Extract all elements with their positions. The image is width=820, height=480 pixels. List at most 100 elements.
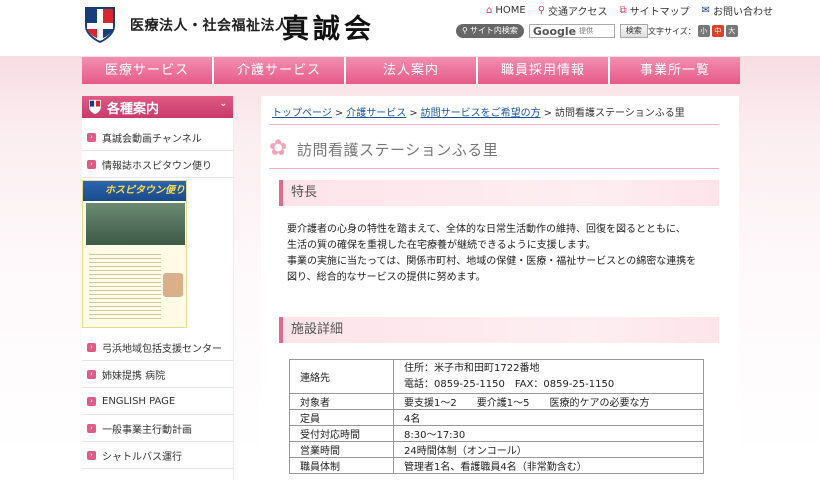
arrow-right-icon: › <box>87 159 96 169</box>
google-provided-text: 提供 <box>579 27 594 35</box>
page-title-text: 訪問看護ステーションふる里 <box>297 140 499 159</box>
sidebar-item-label: 一般事業主行動計画 <box>102 424 192 436</box>
banner-title: ホスピタウン便り <box>83 181 186 201</box>
font-size-large-button[interactable]: 大 <box>725 25 738 37</box>
nav-care-services[interactable]: 介護サービス <box>214 57 346 84</box>
table-row: 営業時間 24時間体制（オンコール） <box>289 441 704 458</box>
arrow-right-icon: › <box>87 369 96 379</box>
breadcrumb-link-care[interactable]: 介護サービス <box>346 108 406 119</box>
arrow-right-icon: › <box>87 450 96 460</box>
sidebar-heading-text: 各種案内 <box>107 101 160 117</box>
contact-phone: 電話：0859-25-1150 FAX：0859-25-1150 <box>404 378 615 390</box>
table-value: 24時間体制（オンコール） <box>393 441 704 458</box>
global-nav: 医療サービス 介護サービス 法人案内 職員採用情報 事業所一覧 <box>82 57 740 84</box>
table-key: 職員体制 <box>289 457 394 474</box>
sidebar-item-label: 真誠会動画チャンネル <box>102 133 202 145</box>
site-header: 医療法人・社会福祉法人 真誠会 ⌂ HOME ⚲ 交通アクセス ⧉ サイトマップ ✉ お… <box>0 0 820 56</box>
breadcrumb-link-visit[interactable]: 訪問サービスをご希望の方 <box>421 108 541 119</box>
sitemap-link[interactable]: ⧉ サイトマップ <box>620 3 690 18</box>
breadcrumb-separator: > <box>409 108 418 119</box>
sidebar-item-label: 姉妹提携 病院 <box>102 370 166 382</box>
table-row: 職員体制 管理者1名、看護職員4名（非常勤含む） <box>289 457 704 474</box>
arrow-right-icon: › <box>87 342 96 352</box>
arrow-right-icon: › <box>87 396 96 406</box>
divider <box>269 168 719 169</box>
chevron-down-icon: ⌄ <box>219 99 227 109</box>
sidebar-item-sister-hospital[interactable]: › 姉妹提携 病院 <box>82 361 233 388</box>
table-key: 営業時間 <box>289 441 394 458</box>
table-value: 8:30～17:30 <box>393 425 704 442</box>
home-link[interactable]: ⌂ HOME <box>486 3 526 18</box>
font-size-label: 文字サイズ： <box>648 26 696 36</box>
arrow-right-icon: › <box>87 423 96 433</box>
banner-text-block <box>89 251 161 321</box>
font-size-control: 文字サイズ： 小 中 大 <box>648 25 738 37</box>
sidebar-item-english-page[interactable]: › ENGLISH PAGE <box>82 388 233 415</box>
access-link-label: 交通アクセス <box>548 7 608 18</box>
sidebar-item-shuttle-bus[interactable]: › シャトルバス運行 <box>82 442 233 469</box>
features-line: 図り、総合的なサービスの提供に努めます。 <box>287 272 486 283</box>
banner-portrait <box>163 273 183 297</box>
site-search-label-text: サイト内検索 <box>469 26 518 35</box>
mail-icon: ✉ <box>701 5 711 16</box>
newsletter-banner[interactable]: ホスピタウン便り <box>82 180 187 328</box>
features-line: 生活の質の確保を重視した在宅療養が継続できるように支援します。 <box>287 240 596 251</box>
contact-address: 住所：米子市和田町1722番地 <box>404 362 540 374</box>
table-value: 管理者1名、看護職員4名（非常勤含む） <box>393 457 704 474</box>
map-pin-icon: ⚲ <box>537 5 546 16</box>
sitemap-link-label: サイトマップ <box>629 7 690 18</box>
sidebar-item-action-plan[interactable]: › 一般事業主行動計画 <box>82 415 233 442</box>
flower-icon: ✿ <box>269 136 288 161</box>
sidebar-item-video-channel[interactable]: › 真誠会動画チャンネル <box>82 124 233 151</box>
table-value-contact: 住所：米子市和田町1722番地 電話：0859-25-1150 FAX：0859… <box>393 359 704 394</box>
home-icon: ⌂ <box>486 5 493 16</box>
section-heading-details: 施設詳細 <box>279 317 719 343</box>
nav-office-list[interactable]: 事業所一覧 <box>610 57 740 84</box>
search-button[interactable]: 検索 <box>619 24 648 38</box>
features-text: 要介護者の心身の特性を踏まえて、全体的な日常生活動作の維持、回復を図るとともに、… <box>287 222 727 286</box>
sidebar-heading: 各種案内 ⌄ <box>82 96 233 118</box>
arrow-right-icon: › <box>87 132 96 142</box>
sidebar-item-label: ENGLISH PAGE <box>102 395 176 407</box>
facility-details-table: 連絡先 住所：米子市和田町1722番地 電話：0859-25-1150 FAX：… <box>289 359 704 474</box>
table-key: 受付対応時間 <box>289 425 394 442</box>
nav-medical-services[interactable]: 医療サービス <box>82 57 214 84</box>
sidebar-item-community-center[interactable]: › 弓浜地域包括支援センター <box>82 334 233 361</box>
shield-logo-icon[interactable] <box>84 6 116 44</box>
sitemap-icon: ⧉ <box>619 5 627 16</box>
site-search-label: ⚲ サイト内検索 <box>456 24 524 38</box>
nav-recruitment[interactable]: 職員採用情報 <box>478 57 610 84</box>
main-content: トップページ > 介護サービス > 訪問サービスをご希望の方 > 訪問看護ステーションふる里… <box>261 96 739 480</box>
top-links: ⌂ HOME ⚲ 交通アクセス ⧉ サイトマップ ✉ お問い合わせ <box>486 3 773 18</box>
table-key: 対象者 <box>289 393 394 410</box>
font-size-medium-button[interactable]: 中 <box>711 25 724 37</box>
breadcrumb-separator: > <box>334 108 344 119</box>
divider <box>269 124 719 125</box>
search-input[interactable]: Google 提供 <box>528 24 615 38</box>
table-row: 定員 4名 <box>289 409 704 426</box>
sidebar-item-newsletter[interactable]: › 情報誌ホスピタウン便り <box>82 151 233 178</box>
contact-link[interactable]: ✉ お問い合わせ <box>702 3 773 18</box>
breadcrumb-separator: > <box>543 108 552 119</box>
sidebar-item-label: 情報誌ホスピタウン便り <box>102 160 212 172</box>
home-link-label: HOME <box>495 5 526 16</box>
shield-small-icon <box>89 99 101 115</box>
section-heading-features: 特長 <box>279 180 719 206</box>
site-search: ⚲ サイト内検索 Google 提供 検索 <box>456 24 648 38</box>
contact-link-label: お問い合わせ <box>713 7 774 18</box>
table-value: 要支援1～2 要介護1～5 医療的ケアの必要な方 <box>393 393 704 410</box>
breadcrumb: トップページ > 介護サービス > 訪問サービスをご希望の方 > 訪問看護ステーションふる里 <box>272 104 685 119</box>
access-link[interactable]: ⚲ 交通アクセス <box>538 3 608 18</box>
sidebar: 各種案内 ⌄ › 真誠会動画チャンネル › 情報誌ホスピタウン便り ホスピタウン便り… <box>82 96 234 480</box>
features-line: 要介護者の心身の特性を踏まえて、全体的な日常生活動作の維持、回復を図るとともに、 <box>287 224 686 235</box>
features-line: 事業の実施に当たっては、関係市町村、地域の保健・医療・福祉サービスとの綿密な連携… <box>287 256 697 267</box>
page-title: ✿ 訪問看護ステーションふる里 <box>269 138 498 160</box>
org-name[interactable]: 真誠会 <box>282 7 375 46</box>
google-logo: Google <box>532 24 577 38</box>
table-key: 連絡先 <box>289 359 394 394</box>
font-size-small-button[interactable]: 小 <box>697 25 710 37</box>
sidebar-item-label: シャトルバス運行 <box>102 451 182 463</box>
nav-corporate-info[interactable]: 法人案内 <box>346 57 478 84</box>
table-row: 連絡先 住所：米子市和田町1722番地 電話：0859-25-1150 FAX：… <box>289 359 704 394</box>
breadcrumb-link-top[interactable]: トップページ <box>272 108 332 119</box>
